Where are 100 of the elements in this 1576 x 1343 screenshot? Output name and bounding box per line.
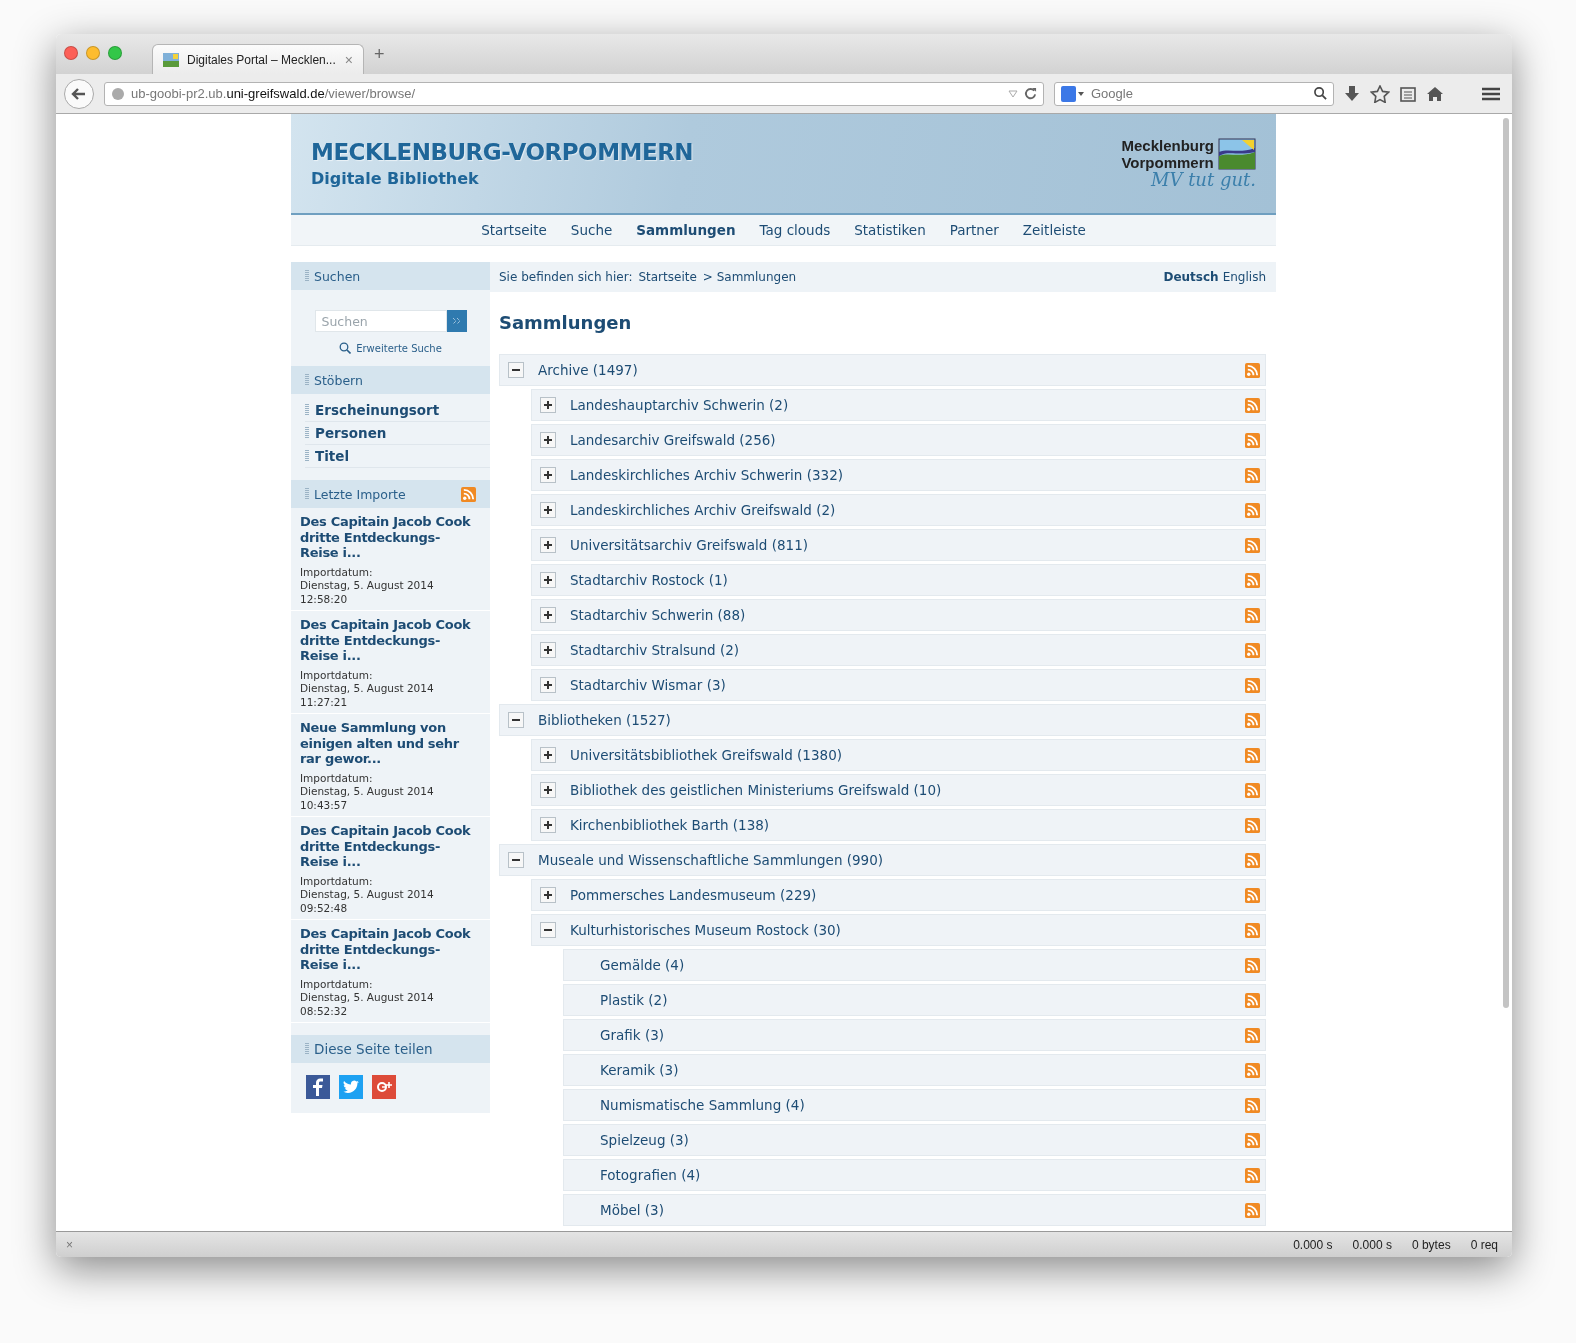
collection-link[interactable]: Pommersches Landesmuseum (229) — [570, 887, 1231, 903]
language-link[interactable]: English — [1222, 270, 1266, 284]
collection-link[interactable]: Museale und Wissenschaftliche Sammlungen (990) — [538, 852, 1231, 868]
expand-toggle[interactable] — [540, 467, 556, 483]
rss-icon[interactable] — [1245, 537, 1260, 553]
rss-icon[interactable] — [1245, 502, 1260, 518]
browse-link[interactable]: Titel — [305, 445, 490, 468]
collection-link[interactable]: Bibliothek des geistlichen Ministeriums Greifswald (10) — [570, 782, 1231, 798]
rss-icon[interactable] — [1245, 1202, 1260, 1218]
import-title-link[interactable]: Neue Sammlung von einigen alten und sehr rar gewor... — [300, 720, 474, 767]
search-engine-icon[interactable] — [1061, 85, 1085, 102]
collection-link[interactable]: Landeskirchliches Archiv Schwerin (332) — [570, 467, 1231, 483]
rss-icon[interactable] — [1245, 677, 1260, 693]
collection-link[interactable]: Grafik (3) — [600, 1027, 1231, 1043]
expand-toggle[interactable] — [540, 677, 556, 693]
collection-link[interactable]: Fotografien (4) — [600, 1167, 1231, 1183]
rss-icon[interactable] — [1245, 1097, 1260, 1113]
new-tab-button[interactable]: + — [374, 43, 385, 65]
collection-link[interactable]: Stadtarchiv Schwerin (88) — [570, 607, 1231, 623]
collection-link[interactable]: Archive (1497) — [538, 362, 1231, 378]
expand-toggle[interactable] — [540, 747, 556, 763]
rss-icon[interactable] — [1245, 642, 1260, 658]
nav-link[interactable]: Partner — [949, 222, 999, 238]
dropdown-icon[interactable] — [1008, 89, 1018, 98]
expand-toggle[interactable] — [540, 887, 556, 903]
import-title-link[interactable]: Des Capitain Jacob Cook dritte Entdeckungs-Reise i... — [300, 926, 474, 973]
rss-icon[interactable] — [1245, 1167, 1260, 1183]
collection-link[interactable]: Kirchenbibliothek Barth (138) — [570, 817, 1231, 833]
rss-icon[interactable] — [1245, 922, 1260, 938]
rss-icon[interactable] — [1245, 957, 1260, 973]
reading-list-icon[interactable] — [1400, 85, 1416, 102]
rss-icon[interactable] — [1245, 782, 1260, 798]
collection-link[interactable]: Stadtarchiv Wismar (3) — [570, 677, 1231, 693]
expand-toggle[interactable] — [540, 397, 556, 413]
import-title-link[interactable]: Des Capitain Jacob Cook dritte Entdeckungs-Reise i... — [300, 823, 474, 870]
rss-icon[interactable] — [1245, 467, 1260, 483]
address-bar[interactable]: ub-goobi-pr2.ub.uni-greifswald.de/viewer/browse/ — [104, 81, 1044, 106]
rss-icon[interactable] — [1245, 852, 1260, 868]
breadcrumb-link[interactable]: > Sammlungen — [702, 270, 797, 284]
expand-toggle[interactable] — [540, 502, 556, 518]
search-submit-button[interactable] — [446, 310, 467, 332]
collection-link[interactable]: Landeshauptarchiv Schwerin (2) — [570, 397, 1231, 413]
rss-icon[interactable] — [1245, 1062, 1260, 1078]
reload-icon[interactable] — [1024, 87, 1037, 100]
facebook-share-button[interactable] — [306, 1075, 330, 1099]
nav-link[interactable]: Sammlungen — [636, 222, 736, 238]
zoom-window-button[interactable] — [108, 46, 122, 60]
collection-link[interactable]: Keramik (3) — [600, 1062, 1231, 1078]
download-icon[interactable] — [1344, 84, 1360, 103]
expand-toggle[interactable] — [540, 537, 556, 553]
expand-toggle[interactable] — [540, 782, 556, 798]
rss-icon[interactable] — [1245, 572, 1260, 588]
rss-icon[interactable] — [1245, 1027, 1260, 1043]
search-field[interactable]: Google — [1054, 81, 1334, 106]
rss-icon[interactable] — [1245, 397, 1260, 413]
import-title-link[interactable]: Des Capitain Jacob Cook dritte Entdeckungs-Reise i... — [300, 514, 474, 561]
minimize-window-button[interactable] — [86, 46, 100, 60]
collection-link[interactable]: Stadtarchiv Rostock (1) — [570, 572, 1231, 588]
collection-link[interactable]: Stadtarchiv Stralsund (2) — [570, 642, 1231, 658]
nav-link[interactable]: Startseite — [481, 222, 547, 238]
rss-icon[interactable] — [1245, 607, 1260, 623]
close-window-button[interactable] — [64, 46, 78, 60]
breadcrumb-link[interactable]: Startseite — [638, 270, 697, 284]
nav-link[interactable]: Suche — [570, 222, 613, 238]
collapse-toggle[interactable] — [508, 362, 524, 378]
browse-link[interactable]: Personen — [305, 422, 490, 445]
google-plus-share-button[interactable] — [372, 1075, 396, 1099]
collection-link[interactable]: Plastik (2) — [600, 992, 1231, 1008]
collection-link[interactable]: Möbel (3) — [600, 1202, 1231, 1218]
collapse-toggle[interactable] — [540, 922, 556, 938]
collapse-toggle[interactable] — [508, 712, 524, 728]
menu-icon[interactable] — [1482, 86, 1500, 101]
rss-icon[interactable] — [1245, 432, 1260, 448]
nav-link[interactable]: Statistiken — [854, 222, 926, 238]
nav-link[interactable]: Tag clouds — [759, 222, 831, 238]
browse-link[interactable]: Erscheinungsort — [305, 399, 490, 422]
collection-link[interactable]: Landeskirchliches Archiv Greifswald (2) — [570, 502, 1231, 518]
collection-link[interactable]: Gemälde (4) — [600, 957, 1231, 973]
expand-toggle[interactable] — [540, 642, 556, 658]
rss-icon[interactable] — [1245, 992, 1260, 1008]
rss-icon[interactable] — [1245, 887, 1260, 903]
browser-tab[interactable]: Digitales Portal – Mecklen... × — [152, 44, 364, 74]
language-link[interactable]: Deutsch — [1163, 270, 1219, 284]
collection-link[interactable]: Numismatische Sammlung (4) — [600, 1097, 1231, 1113]
back-button[interactable] — [64, 78, 94, 109]
twitter-share-button[interactable] — [339, 1075, 363, 1099]
rss-icon[interactable] — [461, 486, 476, 502]
collection-link[interactable]: Universitätsarchiv Greifswald (811) — [570, 537, 1231, 553]
collection-link[interactable]: Universitätsbibliothek Greifswald (1380) — [570, 747, 1231, 763]
bookmark-star-icon[interactable] — [1370, 84, 1390, 103]
collection-link[interactable]: Bibliotheken (1527) — [538, 712, 1231, 728]
rss-icon[interactable] — [1245, 1132, 1260, 1148]
home-icon[interactable] — [1426, 85, 1444, 102]
advanced-search-link[interactable]: Erweiterte Suche — [291, 342, 490, 366]
search-input[interactable]: Suchen — [314, 310, 447, 332]
search-icon[interactable] — [1314, 87, 1327, 100]
nav-link[interactable]: Zeitleiste — [1022, 222, 1086, 238]
collection-link[interactable]: Spielzeug (3) — [600, 1132, 1231, 1148]
scrollbar[interactable] — [1503, 118, 1509, 1008]
rss-icon[interactable] — [1245, 747, 1260, 763]
